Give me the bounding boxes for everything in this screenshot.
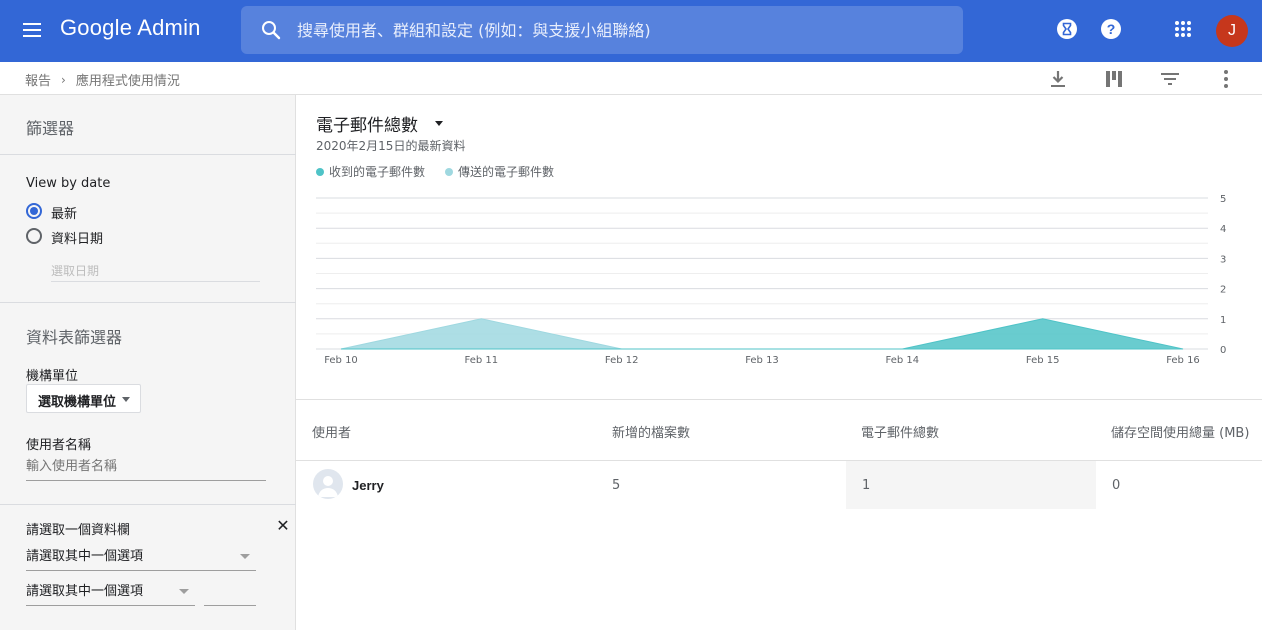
radio-data-date-label[interactable]: 資料日期 bbox=[51, 228, 103, 247]
user-avatar bbox=[313, 469, 343, 499]
x-tick-label: Feb 11 bbox=[465, 355, 499, 366]
more-vert-icon[interactable] bbox=[1214, 67, 1238, 91]
help-icon[interactable]: ? bbox=[1099, 17, 1123, 41]
user-name-cell[interactable]: Jerry bbox=[352, 478, 384, 493]
radio-latest[interactable] bbox=[26, 203, 42, 219]
radio-data-date[interactable] bbox=[26, 228, 42, 244]
y-tick-label: 5 bbox=[1220, 194, 1226, 205]
legend-label: 收到的電子郵件數 bbox=[329, 165, 426, 179]
breadcrumb-bar: 報告 › 應用程式使用情況 bbox=[0, 62, 1262, 95]
divider bbox=[0, 154, 296, 155]
operator-select-dropdown[interactable]: 請選取其中一個選項 bbox=[26, 580, 195, 606]
column-header-files-added[interactable]: 新增的檔案數 bbox=[612, 422, 690, 441]
legend-dot bbox=[316, 167, 324, 176]
legend-item-sent[interactable]: 傳送的電子郵件數 bbox=[445, 163, 554, 180]
emails-total-cell: 1 bbox=[862, 478, 871, 493]
org-unit-label: 機構單位 bbox=[26, 369, 79, 384]
y-tick-label: 3 bbox=[1220, 254, 1226, 265]
y-tick-label: 4 bbox=[1220, 224, 1226, 235]
chart-legend: 收到的電子郵件數 傳送的電子郵件數 bbox=[316, 163, 574, 180]
columns-icon[interactable] bbox=[1102, 67, 1126, 91]
chart-metric-dropdown-icon[interactable] bbox=[435, 121, 443, 126]
account-avatar[interactable]: J bbox=[1216, 15, 1248, 47]
caret-down-icon bbox=[240, 554, 250, 559]
radio-latest-label[interactable]: 最新 bbox=[51, 203, 77, 222]
apps-grid-icon[interactable] bbox=[1171, 17, 1195, 41]
table-row[interactable]: Jerry 5 1 0 bbox=[296, 461, 1262, 509]
google-admin-logo[interactable]: Google Admin bbox=[60, 15, 201, 41]
divider bbox=[0, 302, 296, 303]
org-unit-select-button[interactable]: 選取機構單位 bbox=[26, 384, 141, 413]
table-filters-title: 資料表篩選器 bbox=[26, 328, 123, 347]
x-tick-label: Feb 14 bbox=[886, 355, 920, 366]
svg-text:?: ? bbox=[1107, 21, 1116, 37]
search-bar[interactable] bbox=[241, 6, 963, 54]
y-tick-label: 0 bbox=[1220, 345, 1226, 356]
org-unit-button-label: 選取機構單位 bbox=[38, 395, 117, 410]
download-icon[interactable] bbox=[1046, 67, 1070, 91]
breadcrumb: 報告 › 應用程式使用情況 bbox=[25, 70, 180, 90]
x-tick-label: Feb 12 bbox=[605, 355, 639, 366]
filters-panel: 篩選器 View by date 最新 資料日期 選取日期 資料表篩選器 機構單… bbox=[0, 95, 296, 630]
legend-dot bbox=[445, 167, 454, 176]
main-menu-icon[interactable] bbox=[20, 19, 44, 43]
breadcrumb-separator: › bbox=[61, 72, 66, 87]
user-name-label: 使用者名稱 bbox=[26, 438, 92, 453]
view-by-date-label: View by date bbox=[26, 176, 111, 191]
x-tick-label: Feb 10 bbox=[324, 355, 358, 366]
column-header-emails-total[interactable]: 電子郵件總數 bbox=[861, 422, 939, 441]
x-tick-label: Feb 15 bbox=[1026, 355, 1060, 366]
column-select-label: 請選取一個資料欄 bbox=[26, 523, 131, 538]
divider bbox=[0, 504, 296, 505]
files-added-cell: 5 bbox=[612, 478, 621, 493]
chart-subtitle: 2020年2月15日的最新資料 bbox=[316, 139, 466, 153]
search-icon[interactable] bbox=[259, 18, 283, 42]
y-tick-label: 1 bbox=[1220, 315, 1226, 326]
operator-select-value: 請選取其中一個選項 bbox=[26, 584, 144, 599]
filters-title: 篩選器 bbox=[26, 119, 75, 138]
caret-down-icon bbox=[122, 397, 130, 402]
x-tick-label: Feb 13 bbox=[745, 355, 779, 366]
column-header-storage[interactable]: 儲存空間使用總量 (MB) bbox=[1111, 422, 1249, 441]
table-header: 使用者 新增的檔案數 電子郵件總數 儲存空間使用總量 (MB) bbox=[296, 400, 1262, 461]
close-icon[interactable]: ✕ bbox=[275, 518, 291, 534]
column-select-dropdown[interactable]: 請選取其中一個選項 bbox=[26, 545, 256, 571]
date-picker-field[interactable]: 選取日期 bbox=[51, 260, 260, 282]
column-select-value: 請選取其中一個選項 bbox=[26, 549, 144, 564]
search-input[interactable] bbox=[297, 6, 947, 54]
filter-icon[interactable] bbox=[1158, 67, 1182, 91]
top-app-bar: Google Admin ? J bbox=[0, 0, 1262, 62]
legend-item-received[interactable]: 收到的電子郵件數 bbox=[316, 163, 425, 180]
highlighted-cell bbox=[846, 461, 1096, 509]
storage-cell: 0 bbox=[1112, 478, 1121, 493]
person-icon bbox=[318, 476, 338, 497]
breadcrumb-app-usage: 應用程式使用情況 bbox=[75, 74, 180, 89]
y-tick-label: 2 bbox=[1220, 285, 1226, 296]
column-header-user[interactable]: 使用者 bbox=[312, 422, 351, 441]
legend-label: 傳送的電子郵件數 bbox=[458, 165, 555, 179]
caret-down-icon bbox=[179, 589, 189, 594]
chart-title[interactable]: 電子郵件總數 bbox=[316, 111, 418, 136]
x-tick-label: Feb 16 bbox=[1166, 355, 1200, 366]
user-name-input[interactable] bbox=[26, 453, 266, 481]
hourglass-icon[interactable] bbox=[1055, 17, 1079, 41]
filter-value-input[interactable] bbox=[204, 576, 256, 606]
breadcrumb-reports[interactable]: 報告 bbox=[25, 70, 51, 89]
email-area-chart: 0 1 2 3 4 5 Feb 10 Feb 11 Feb 12 Feb 13 Feb 14 Feb … bbox=[316, 194, 1226, 366]
